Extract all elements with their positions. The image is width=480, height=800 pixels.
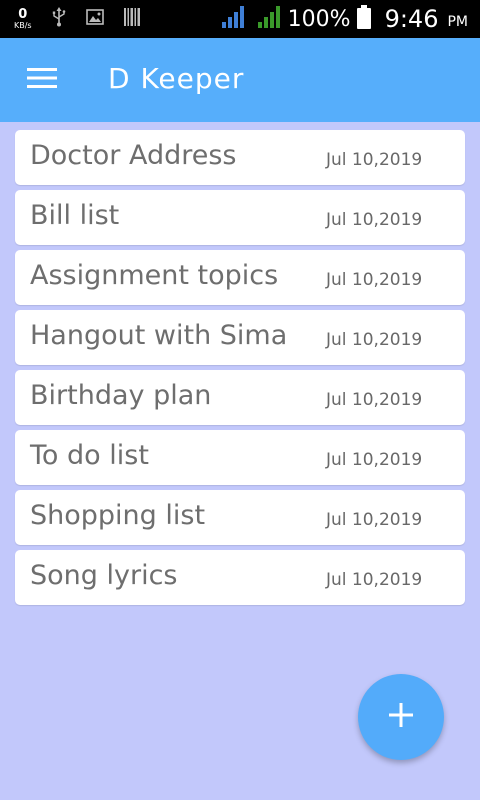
note-date: Jul 10,2019	[326, 210, 423, 230]
note-title: Doctor Address	[30, 140, 237, 171]
add-note-button[interactable]	[358, 674, 444, 760]
note-date: Jul 10,2019	[326, 570, 423, 590]
status-bar: 0 KB/s 100% 9:46 PM	[0, 0, 480, 38]
note-item[interactable]: Bill list Jul 10,2019	[15, 190, 465, 245]
note-item[interactable]: Hangout with Sima Jul 10,2019	[15, 310, 465, 365]
note-item[interactable]: Doctor Address Jul 10,2019	[15, 130, 465, 185]
note-title: Birthday plan	[30, 380, 212, 411]
note-title: Song lyrics	[30, 560, 178, 591]
signal-icon	[221, 6, 246, 32]
barcode-icon	[123, 8, 140, 30]
note-item[interactable]: Birthday plan Jul 10,2019	[15, 370, 465, 425]
note-title: Assignment topics	[30, 260, 279, 291]
note-title: Hangout with Sima	[30, 320, 288, 351]
note-date: Jul 10,2019	[326, 150, 423, 170]
battery-percent: 100%	[287, 6, 351, 32]
note-title: Bill list	[30, 200, 120, 231]
battery-icon	[356, 5, 371, 33]
note-date: Jul 10,2019	[326, 450, 423, 470]
note-title: To do list	[30, 440, 149, 471]
note-date: Jul 10,2019	[326, 270, 423, 290]
data-speed-indicator: 0 KB/s	[14, 8, 32, 30]
note-item[interactable]: Assignment topics Jul 10,2019	[15, 250, 465, 305]
hamburger-menu-icon	[27, 67, 57, 93]
note-title: Shopping list	[30, 500, 206, 531]
plus-icon	[389, 703, 413, 731]
data-speed-value: 0	[18, 7, 28, 22]
app-title: D Keeper	[108, 62, 245, 95]
clock-time: 9:46	[384, 5, 439, 33]
menu-button[interactable]	[20, 60, 64, 100]
note-item[interactable]: Song lyrics Jul 10,2019	[15, 550, 465, 605]
usb-icon	[52, 7, 66, 31]
status-left: 0 KB/s	[14, 0, 140, 38]
app-bar: D Keeper	[0, 38, 480, 122]
note-item[interactable]: Shopping list Jul 10,2019	[15, 490, 465, 545]
note-date: Jul 10,2019	[326, 510, 423, 530]
signal-icon	[257, 6, 282, 32]
clock-ampm: PM	[447, 14, 468, 30]
notes-list: Doctor Address Jul 10,2019 Bill list Jul…	[15, 130, 465, 610]
note-item[interactable]: To do list Jul 10,2019	[15, 430, 465, 485]
status-right: 100% 9:46 PM	[221, 0, 468, 38]
data-speed-unit: KB/s	[14, 21, 32, 30]
image-icon	[85, 9, 104, 29]
note-date: Jul 10,2019	[326, 330, 423, 350]
note-date: Jul 10,2019	[326, 390, 423, 410]
